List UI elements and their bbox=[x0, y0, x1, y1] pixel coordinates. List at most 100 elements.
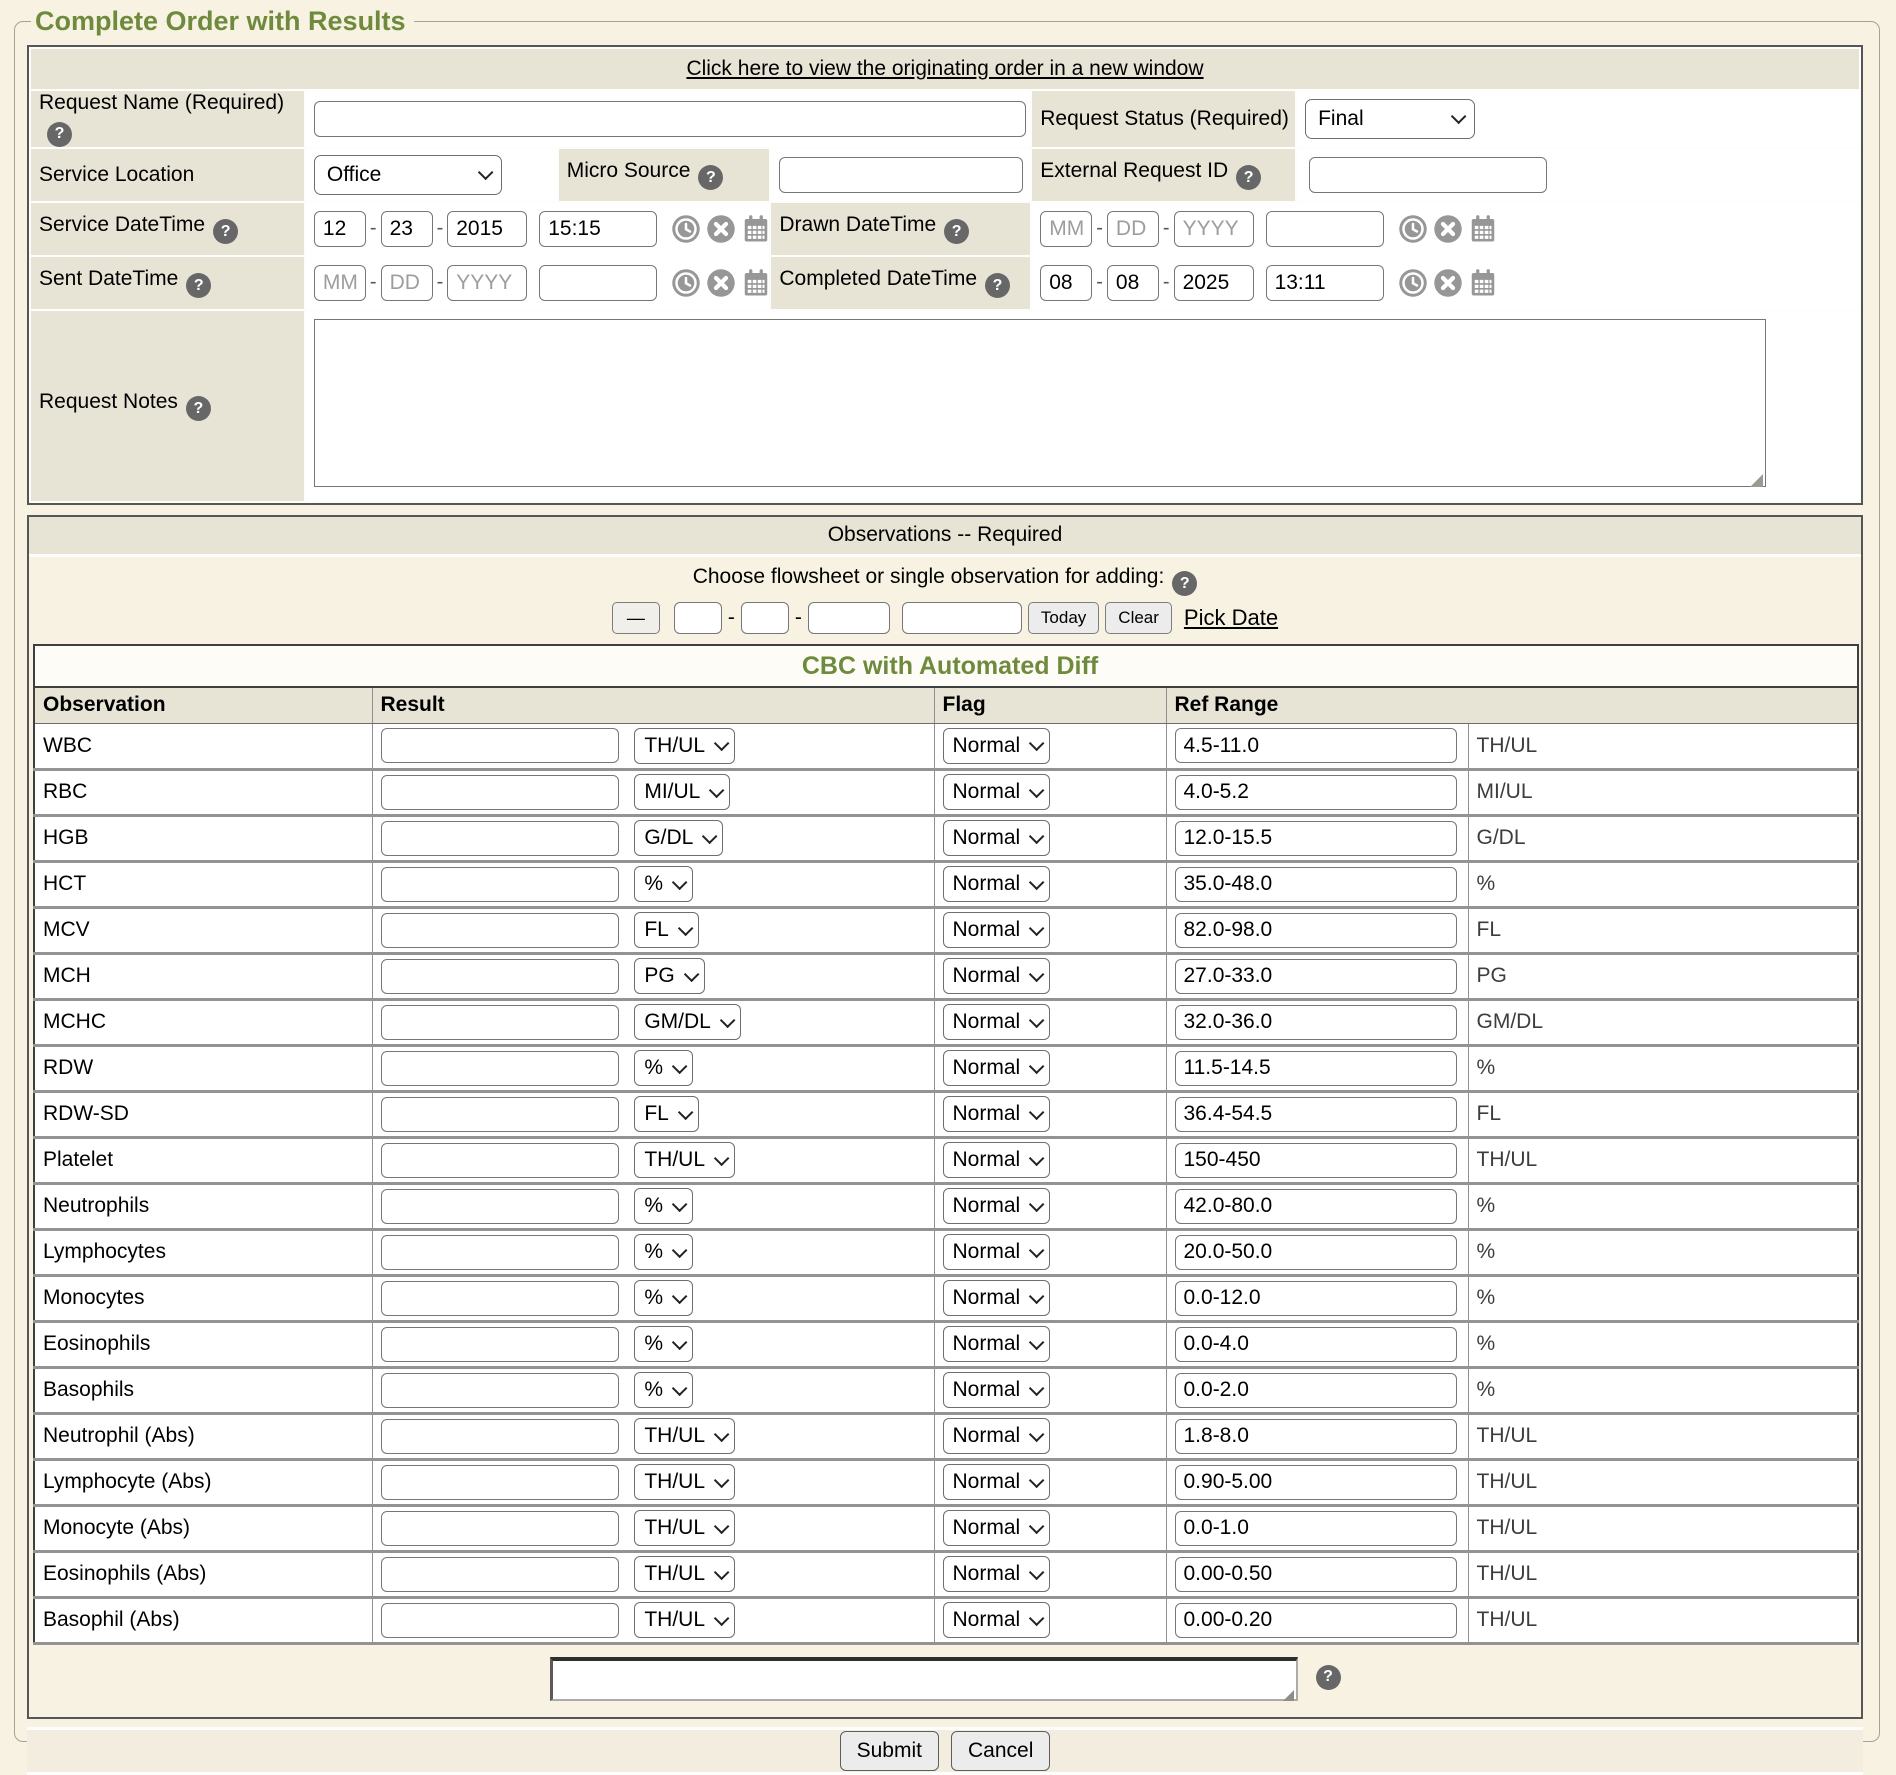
micro-source-input[interactable] bbox=[779, 157, 1023, 193]
flag-select[interactable]: Normal bbox=[943, 1464, 1051, 1500]
clear-button[interactable]: Clear bbox=[1105, 602, 1172, 634]
completed-date-yyyy-input[interactable] bbox=[1174, 265, 1254, 301]
ref-range-input[interactable] bbox=[1175, 1189, 1457, 1224]
result-input[interactable] bbox=[381, 913, 619, 948]
clock-icon[interactable] bbox=[671, 214, 701, 244]
result-unit-select[interactable]: FL bbox=[634, 912, 699, 948]
service-date-mm-input[interactable] bbox=[314, 211, 366, 247]
external-request-id-input[interactable] bbox=[1309, 157, 1547, 193]
flag-select[interactable]: Normal bbox=[943, 912, 1051, 948]
result-input[interactable] bbox=[381, 1557, 619, 1592]
result-input[interactable] bbox=[381, 1281, 619, 1316]
flag-select[interactable]: Normal bbox=[943, 958, 1051, 994]
ref-range-input[interactable] bbox=[1175, 728, 1457, 763]
result-unit-select[interactable]: TH/UL bbox=[634, 1142, 735, 1178]
service-location-select[interactable]: Office bbox=[314, 155, 502, 195]
result-unit-select[interactable]: TH/UL bbox=[634, 1510, 735, 1546]
result-unit-select[interactable]: GM/DL bbox=[634, 1004, 741, 1040]
calendar-icon[interactable] bbox=[741, 268, 771, 298]
request-status-select[interactable]: Final bbox=[1305, 99, 1475, 139]
drawn-date-yyyy-input[interactable] bbox=[1174, 211, 1254, 247]
result-input[interactable] bbox=[381, 1327, 619, 1362]
ref-range-input[interactable] bbox=[1175, 1051, 1457, 1086]
help-icon[interactable]: ? bbox=[186, 273, 211, 298]
help-icon[interactable]: ? bbox=[47, 122, 72, 147]
service-date-yyyy-input[interactable] bbox=[447, 211, 527, 247]
result-unit-select[interactable]: TH/UL bbox=[634, 1602, 735, 1638]
resize-grip-icon[interactable] bbox=[1283, 1690, 1294, 1701]
help-icon[interactable]: ? bbox=[186, 396, 211, 421]
result-unit-select[interactable]: % bbox=[634, 1326, 693, 1362]
clock-icon[interactable] bbox=[1398, 268, 1428, 298]
result-input[interactable] bbox=[381, 1465, 619, 1500]
result-input[interactable] bbox=[381, 959, 619, 994]
result-unit-select[interactable]: % bbox=[634, 1050, 693, 1086]
result-unit-select[interactable]: % bbox=[634, 1234, 693, 1270]
result-input[interactable] bbox=[381, 1603, 619, 1638]
flag-select[interactable]: Normal bbox=[943, 728, 1051, 764]
flag-select[interactable]: Normal bbox=[943, 1096, 1051, 1132]
result-input[interactable] bbox=[381, 1235, 619, 1270]
result-unit-select[interactable]: G/DL bbox=[634, 820, 723, 856]
ref-range-input[interactable] bbox=[1175, 775, 1457, 810]
ref-range-input[interactable] bbox=[1175, 1097, 1457, 1132]
pick-date-link[interactable]: Pick Date bbox=[1184, 605, 1278, 631]
result-input[interactable] bbox=[381, 1005, 619, 1040]
calendar-icon[interactable] bbox=[1468, 268, 1498, 298]
flag-select[interactable]: Normal bbox=[943, 1510, 1051, 1546]
view-originating-order-link[interactable]: Click here to view the originating order… bbox=[686, 57, 1203, 80]
result-input[interactable] bbox=[381, 867, 619, 902]
help-icon[interactable]: ? bbox=[1316, 1665, 1341, 1690]
ref-range-input[interactable] bbox=[1175, 1603, 1457, 1638]
sent-date-mm-input[interactable] bbox=[314, 265, 366, 301]
flag-select[interactable]: Normal bbox=[943, 1418, 1051, 1454]
flag-select[interactable]: Normal bbox=[943, 774, 1051, 810]
result-unit-select[interactable]: TH/UL bbox=[634, 728, 735, 764]
result-unit-select[interactable]: % bbox=[634, 1280, 693, 1316]
help-icon[interactable]: ? bbox=[698, 165, 723, 190]
result-unit-select[interactable]: % bbox=[634, 866, 693, 902]
result-input[interactable] bbox=[381, 728, 619, 763]
ref-range-input[interactable] bbox=[1175, 1327, 1457, 1362]
result-input[interactable] bbox=[381, 1419, 619, 1454]
result-unit-select[interactable]: MI/UL bbox=[634, 774, 730, 810]
flag-select[interactable]: Normal bbox=[943, 1142, 1051, 1178]
picker-dd-input[interactable] bbox=[741, 602, 789, 634]
completed-time-input[interactable] bbox=[1266, 265, 1384, 301]
ref-range-input[interactable] bbox=[1175, 1005, 1457, 1040]
clear-icon[interactable] bbox=[706, 214, 736, 244]
sent-time-input[interactable] bbox=[539, 265, 657, 301]
flag-select[interactable]: Normal bbox=[943, 1372, 1051, 1408]
calendar-icon[interactable] bbox=[1468, 214, 1498, 244]
ref-range-input[interactable] bbox=[1175, 1419, 1457, 1454]
clear-icon[interactable] bbox=[1433, 214, 1463, 244]
result-input[interactable] bbox=[381, 1189, 619, 1224]
ref-range-input[interactable] bbox=[1175, 1235, 1457, 1270]
flag-select[interactable]: Normal bbox=[943, 1556, 1051, 1592]
flag-select[interactable]: Normal bbox=[943, 1280, 1051, 1316]
ref-range-input[interactable] bbox=[1175, 959, 1457, 994]
ref-range-input[interactable] bbox=[1175, 867, 1457, 902]
flag-select[interactable]: Normal bbox=[943, 1602, 1051, 1638]
ref-range-input[interactable] bbox=[1175, 821, 1457, 856]
ref-range-input[interactable] bbox=[1175, 1143, 1457, 1178]
picker-mm-input[interactable] bbox=[674, 602, 722, 634]
remove-flowsheet-button[interactable]: — bbox=[612, 602, 660, 634]
clock-icon[interactable] bbox=[671, 268, 701, 298]
result-unit-select[interactable]: % bbox=[634, 1188, 693, 1224]
flag-select[interactable]: Normal bbox=[943, 1234, 1051, 1270]
sent-date-dd-input[interactable] bbox=[381, 265, 433, 301]
ref-range-input[interactable] bbox=[1175, 1511, 1457, 1546]
result-input[interactable] bbox=[381, 775, 619, 810]
service-date-dd-input[interactable] bbox=[381, 211, 433, 247]
drawn-time-input[interactable] bbox=[1266, 211, 1384, 247]
flag-select[interactable]: Normal bbox=[943, 1326, 1051, 1362]
flag-select[interactable]: Normal bbox=[943, 1188, 1051, 1224]
today-button[interactable]: Today bbox=[1028, 602, 1099, 634]
service-time-input[interactable] bbox=[539, 211, 657, 247]
help-icon[interactable]: ? bbox=[213, 219, 238, 244]
resize-grip-icon[interactable] bbox=[1750, 474, 1763, 487]
picker-yyyy-input[interactable] bbox=[808, 602, 890, 634]
result-input[interactable] bbox=[381, 1373, 619, 1408]
flag-select[interactable]: Normal bbox=[943, 1050, 1051, 1086]
